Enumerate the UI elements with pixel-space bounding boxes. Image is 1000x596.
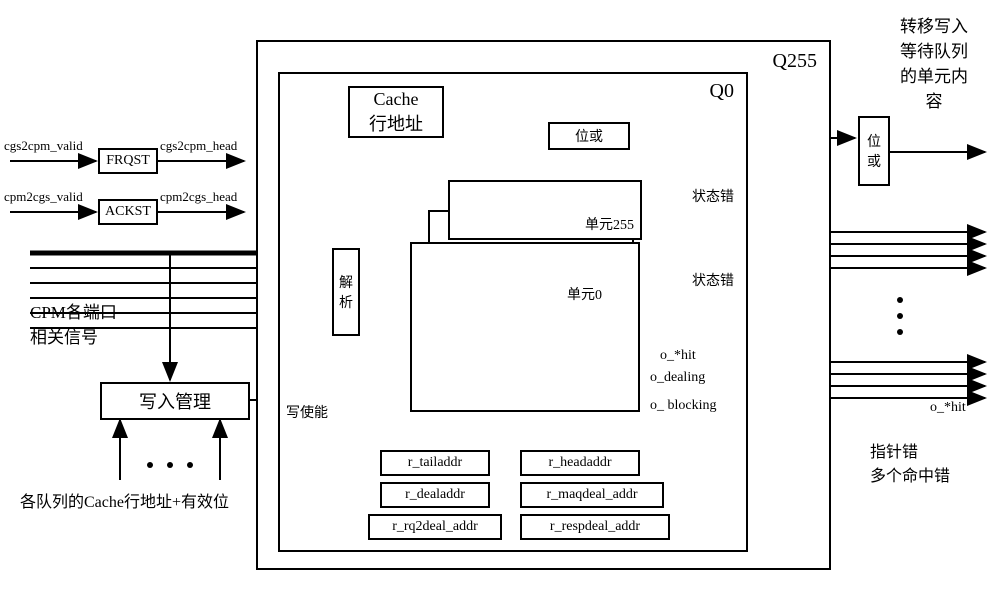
unit255-label: 单元255 <box>585 214 634 234</box>
cpm2cgs-valid-label: cpm2cgs_valid <box>4 189 83 205</box>
queue-addr-label: 各队列的Cache行地址+有效位 <box>20 488 229 512</box>
parse-box: 解 析 <box>332 248 360 336</box>
o-blocking-label: o_ blocking <box>650 398 717 414</box>
cache-line-addr-box: Cache 行地址 <box>348 86 444 138</box>
r-respdeal-addr-box: r_respdeal_addr <box>520 514 670 540</box>
state-err-1-label: 状态错 <box>692 186 734 206</box>
r-tailaddr-box: r_tailaddr <box>380 450 490 476</box>
cpm-ports-label: CPM各端口 相关信号 <box>30 298 117 348</box>
unit0-label: 单元0 <box>567 284 602 304</box>
state-err-2-label: 状态错 <box>692 270 734 290</box>
ptr-err-label: 指针错 多个命中错 <box>870 438 950 486</box>
r-dealaddr-box: r_dealaddr <box>380 482 490 508</box>
q255-label: Q255 <box>773 50 817 73</box>
o-dealing-label: o_dealing <box>650 370 705 386</box>
r-headaddr-box: r_headaddr <box>520 450 640 476</box>
write-mgmt-box: 写入管理 <box>100 382 250 420</box>
unit0-box: 单元0 <box>410 242 640 412</box>
r-rq2deal-addr-box: r_rq2deal_addr <box>368 514 502 540</box>
transfer-label: 转移写入 等待队列 的单元内 容 <box>900 12 968 112</box>
r-maqdeal-addr-box: r_maqdeal_addr <box>520 482 664 508</box>
unit255-box: 单元255 <box>448 180 642 240</box>
ackst-box: ACKST <box>98 199 158 225</box>
frqst-box: FRQST <box>98 148 158 174</box>
write-enable-label: 写使能 <box>286 402 328 422</box>
q0-label: Q0 <box>710 80 734 103</box>
cgs2cpm-head-label: cgs2cpm_head <box>160 138 237 154</box>
cpm2cgs-head-label: cpm2cgs_head <box>160 189 237 205</box>
bit-or-outer-box: 位 或 <box>858 116 890 186</box>
o-hit-out-label: o_*hit <box>930 400 966 416</box>
cgs2cpm-valid-label: cgs2cpm_valid <box>4 138 83 154</box>
o-hit-label: o_*hit <box>660 348 696 364</box>
bit-or-inner-box: 位或 <box>548 122 630 150</box>
